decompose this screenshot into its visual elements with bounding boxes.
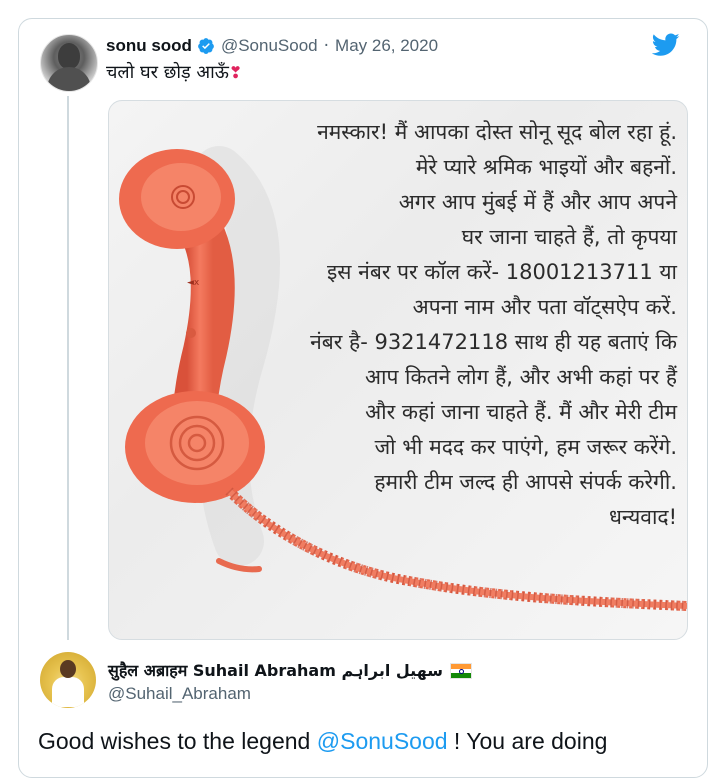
- twitter-bird-icon[interactable]: [652, 33, 680, 57]
- tweet-text: चलो घर छोड़ आऊँ❣: [106, 61, 242, 85]
- reply-text-start: Good wishes to the legend: [38, 728, 317, 754]
- avatar-head: [58, 43, 80, 69]
- caption-line: नंबर है- 9321472118 साथ ही यह बताएं कि: [310, 330, 677, 354]
- reply-text-end: ! You are doing: [447, 728, 608, 754]
- caption-line: घर जाना चाहते हैं, तो कृपया: [461, 225, 677, 249]
- svg-text:◄x: ◄x: [187, 278, 200, 288]
- reply-author-handle[interactable]: @Suhail_Abraham: [108, 684, 251, 704]
- heart-exclamation-icon: ❣: [228, 63, 243, 82]
- tweet-date[interactable]: May 26, 2020: [335, 36, 438, 56]
- caption-line: अगर आप मुंबई में हैं और आप अपने: [398, 190, 677, 214]
- caption-line: अपना नाम और पता वॉट्सऐप करें.: [412, 295, 677, 319]
- mention-link[interactable]: @SonuSood: [317, 728, 448, 754]
- tweet-header: sonu sood @SonuSood · May 26, 2020: [106, 36, 438, 56]
- reply-author[interactable]: सुहैल अब्राहम Suhail Abraham سهیل ابراہم: [108, 660, 472, 682]
- caption-line: मेरे प्यारे श्रमिक भाइयों और बहनों.: [415, 155, 677, 179]
- thread-connector: [67, 96, 69, 640]
- caption-line: और कहां जाना चाहते हैं. मैं और मेरी टीम: [365, 400, 677, 424]
- media-caption: नमस्कार! मैं आपका दोस्त सोनू सूद बोल रहा…: [227, 115, 677, 535]
- india-flag-icon: [450, 663, 472, 679]
- caption-line: आप कितने लोग हैं, और अभी कहां पर हैं: [364, 365, 677, 389]
- avatar-head: [60, 660, 76, 678]
- caption-line: इस नंबर पर कॉल करें- 18001213711 या: [327, 260, 677, 284]
- tweet-media-image[interactable]: ◄x नमस्कार! मैं आपका दोस्त सोनू सूद बोल …: [108, 100, 688, 640]
- caption-line: नमस्कार! मैं आपका दोस्त सोनू सूद बोल रहा…: [317, 120, 677, 144]
- avatar-torso: [47, 67, 91, 91]
- author-name[interactable]: sonu sood: [106, 36, 192, 56]
- caption-line: हमारी टीम जल्द ही आपसे संपर्क करेगी.: [374, 470, 677, 494]
- reply-author-name[interactable]: सुहैल अब्राहम Suhail Abraham سهیل ابراہم: [108, 660, 443, 682]
- caption-line: धन्यवाद!: [609, 505, 677, 529]
- verified-badge-icon: [198, 38, 214, 54]
- tweet-body: चलो घर छोड़ आऊँ: [106, 62, 229, 83]
- caption-line: जो भी मदद कर पाएंगे, हम जरूर करेंगे.: [374, 435, 677, 459]
- reply-text: Good wishes to the legend @SonuSood ! Yo…: [38, 728, 607, 755]
- reply-avatar[interactable]: [40, 652, 96, 708]
- author-handle[interactable]: @SonuSood: [221, 36, 318, 56]
- avatar-body: [52, 677, 84, 707]
- separator: ·: [323, 36, 330, 56]
- avatar[interactable]: [40, 34, 98, 92]
